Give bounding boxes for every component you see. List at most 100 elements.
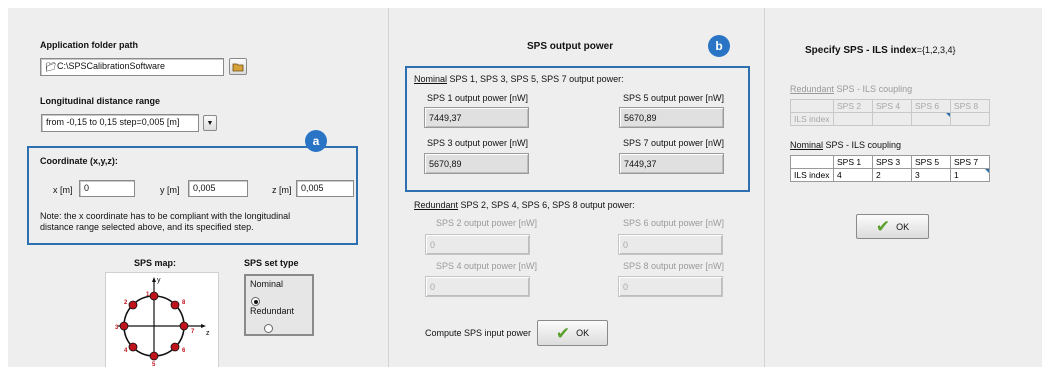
sps4-power-value: 0: [425, 276, 530, 297]
ils-index-cell-sps4[interactable]: [872, 112, 912, 126]
x-input[interactable]: 0: [79, 180, 135, 197]
y-axis-label: y: [157, 277, 161, 284]
sps-set-type-label: SPS set type: [244, 258, 299, 268]
sps-point-label-8: 8: [182, 300, 186, 306]
sps-point-2: [128, 300, 138, 310]
sps-point-3: [119, 321, 129, 331]
sps3-power-label: SPS 3 output power [nW]: [427, 138, 529, 148]
app-folder-label: Application folder path: [40, 40, 138, 50]
checkmark-icon: ✔: [875, 217, 891, 236]
sps-map-diagram: y z 1 2 3 4 5 6 7 8: [115, 277, 210, 367]
badge-b: b: [708, 35, 730, 57]
ils-index-cell-sps6[interactable]: [911, 112, 951, 126]
sps-point-label-4: 4: [124, 348, 128, 354]
app-folder-path-field[interactable]: 📁︎ C:\SPSCalibrationSoftware: [40, 58, 224, 76]
distance-range-field[interactable]: from -0,15 to 0,15 step=0,005 [m]: [41, 114, 199, 132]
sps-point-label-6: 6: [182, 348, 186, 354]
distance-range-dropdown[interactable]: ▼: [203, 115, 217, 131]
y-label: y [m]: [160, 185, 180, 195]
sps5-power-value: 5670,89: [619, 107, 724, 128]
ils-ok-label: OK: [896, 221, 910, 232]
sps2-power-value: 0: [425, 234, 530, 255]
set-type-option-redundant: Redundant: [250, 306, 295, 316]
ils-index-title: Specify SPS - ILS index={1,2,3,4}: [805, 45, 956, 56]
sps-point-7: [179, 321, 189, 331]
z-input[interactable]: 0,005: [296, 180, 354, 197]
nominal-coupling-word: Nominal: [790, 140, 824, 150]
ils-index-cell-sps7[interactable]: 1: [950, 168, 990, 182]
nominal-word: Nominal: [414, 74, 448, 84]
nominal-heading-rest: SPS 1, SPS 3, SPS 5, SPS 7 output power:: [447, 74, 624, 84]
compute-ok-label: OK: [576, 328, 590, 338]
sps1-power-value: 7449,37: [424, 107, 529, 128]
sps-point-8: [170, 300, 180, 310]
table-cell: SPS 2: [833, 99, 873, 113]
ils-index-title-range: ={1,2,3,4}: [916, 45, 956, 55]
ils-index-cell-sps8[interactable]: [950, 112, 990, 126]
nominal-coupling-ils-row: ILS index 4 2 3 1: [790, 168, 990, 182]
table-cell: SPS 8: [950, 99, 990, 113]
divider-left: [388, 8, 389, 367]
ils-index-cell-sps5[interactable]: 3: [911, 168, 951, 182]
redundant-coupling-word: Redundant: [790, 84, 835, 94]
table-cell: SPS 6: [911, 99, 951, 113]
redundant-coupling-header-row: SPS 2 SPS 4 SPS 6 SPS 8: [790, 99, 990, 113]
nominal-coupling-table: SPS 1 SPS 3 SPS 5 SPS 7 ILS index 4 2 3 …: [790, 155, 990, 182]
redundant-heading-rest: SPS 2, SPS 4, SPS 6, SPS 8 output power:: [458, 200, 635, 210]
sps-point-5: [149, 351, 159, 361]
y-input[interactable]: 0,005: [188, 180, 248, 197]
ils-index-cell-sps3[interactable]: 2: [872, 168, 912, 182]
redundant-word: Redundant: [414, 200, 459, 210]
sps1-power-label: SPS 1 output power [nW]: [427, 93, 529, 103]
coordinate-label: Coordinate (x,y,z):: [40, 156, 118, 166]
set-type-radio-nominal[interactable]: [251, 297, 260, 306]
path-icon: 📁︎: [45, 62, 57, 72]
folder-icon: [232, 63, 244, 71]
sps-point-label-2: 2: [124, 300, 128, 306]
sps7-power-label: SPS 7 output power [nW]: [623, 138, 725, 148]
table-cell: ILS index: [790, 112, 834, 126]
sps-point-4: [128, 342, 138, 352]
ils-ok-button[interactable]: ✔ OK: [856, 214, 929, 239]
sps2-power-label: SPS 2 output power [nW]: [436, 218, 538, 228]
sps-calibration-window: Application folder path 📁︎ C:\SPSCalibra…: [8, 8, 1042, 367]
redundant-power-heading: Redundant SPS 2, SPS 4, SPS 6, SPS 8 out…: [414, 200, 635, 210]
redundant-coupling-ils-row: ILS index: [790, 112, 990, 126]
set-type-radio-redundant[interactable]: [264, 324, 274, 333]
sps8-power-label: SPS 8 output power [nW]: [623, 261, 725, 271]
checkmark-icon: ✔: [555, 323, 571, 343]
sps8-power-value: 0: [618, 276, 723, 297]
dropdown-arrow-icon: ▼: [206, 119, 214, 127]
sps4-power-label: SPS 4 output power [nW]: [436, 261, 538, 271]
nominal-power-heading: Nominal SPS 1, SPS 3, SPS 5, SPS 7 outpu…: [414, 74, 624, 84]
distance-range-label: Longitudinal distance range: [40, 96, 161, 106]
ils-index-title-bold: Specify SPS - ILS index: [805, 45, 917, 56]
sps6-power-label: SPS 6 output power [nW]: [623, 218, 725, 228]
browse-folder-button[interactable]: [229, 58, 247, 75]
ils-index-cell-sps1[interactable]: 4: [833, 168, 873, 182]
table-cell: ILS index: [790, 168, 834, 182]
compute-sps-input-label: Compute SPS input power: [425, 328, 532, 338]
redundant-coupling-table: SPS 2 SPS 4 SPS 6 SPS 8 ILS index: [790, 99, 990, 126]
sps-map: y z 1 2 3 4 5 6 7 8: [105, 272, 219, 367]
sps-point-6: [170, 342, 180, 352]
sps3-power-value: 5670,89: [424, 153, 529, 174]
redundant-coupling-rest: SPS - ILS coupling: [834, 84, 913, 94]
nominal-coupling-header-row: SPS 1 SPS 3 SPS 5 SPS 7: [790, 155, 990, 169]
sps6-power-value: 0: [618, 234, 723, 255]
sps-point-1: [149, 291, 159, 301]
table-cell: [790, 99, 834, 113]
x-label: x [m]: [53, 185, 73, 195]
compute-ok-button[interactable]: ✔ OK: [537, 320, 608, 346]
table-cell: [790, 155, 834, 169]
note-line-1: Note: the x coordinate has to be complia…: [40, 211, 291, 221]
divider-right: [764, 8, 765, 367]
ils-index-cell-sps2[interactable]: [833, 112, 873, 126]
sps-output-power-title: SPS output power: [527, 41, 614, 52]
sps-map-label: SPS map:: [134, 258, 177, 268]
table-cell: SPS 7: [950, 155, 990, 169]
nominal-coupling-heading: Nominal SPS - ILS coupling: [790, 140, 901, 150]
redundant-coupling-heading: Redundant SPS - ILS coupling: [790, 84, 912, 94]
nominal-coupling-rest: SPS - ILS coupling: [823, 140, 902, 150]
badge-a: a: [305, 130, 327, 152]
